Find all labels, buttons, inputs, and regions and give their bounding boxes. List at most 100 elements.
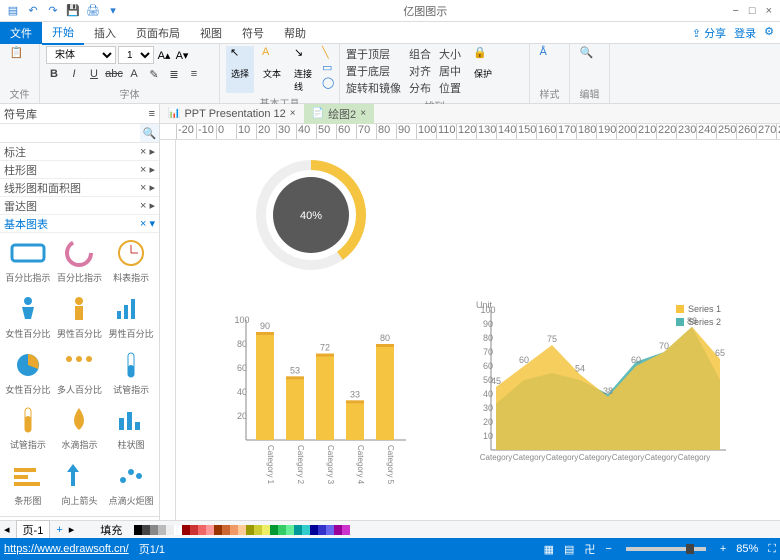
- legend-s2: Series 2: [688, 317, 721, 327]
- cat-line-area[interactable]: 线形图和面积图× ▸: [0, 179, 159, 197]
- shape-clock[interactable]: 料表指示: [107, 237, 155, 289]
- share-button[interactable]: ⇪ 分享: [692, 25, 726, 41]
- qat-redo-icon[interactable]: ↷: [44, 2, 62, 20]
- shape-arrows[interactable]: 向上箭头: [56, 460, 104, 512]
- login-button[interactable]: 登录: [734, 25, 756, 41]
- zoom-slider[interactable]: [626, 547, 706, 551]
- area-chart[interactable]: Unit 102030405060708090100 4560755438607…: [466, 300, 736, 485]
- donut-chart[interactable]: 40%: [246, 150, 376, 280]
- qat-more-icon[interactable]: ▾: [104, 2, 122, 20]
- qat-print-icon[interactable]: 🖨: [84, 2, 102, 20]
- font-grow-icon[interactable]: A▴: [156, 47, 172, 63]
- qat-save-icon[interactable]: 💾: [64, 2, 82, 20]
- bold-button[interactable]: B: [46, 66, 62, 82]
- search-icon[interactable]: 🔍: [140, 124, 159, 142]
- view-btn-2[interactable]: ▤: [564, 543, 574, 556]
- font-shrink-icon[interactable]: A▾: [174, 47, 190, 63]
- bring-front[interactable]: 置于顶层: [346, 46, 401, 62]
- font-size-select[interactable]: 10: [118, 46, 154, 64]
- shape-male[interactable]: 男性百分比: [56, 293, 104, 345]
- italic-button[interactable]: I: [66, 66, 82, 82]
- size-btn[interactable]: 大小: [439, 46, 461, 62]
- cat-basic[interactable]: 基本图表× ▾: [0, 215, 159, 233]
- tab-file[interactable]: 文件: [0, 22, 42, 44]
- bullets-button[interactable]: ≣: [166, 66, 182, 82]
- doc-tab-ppt[interactable]: 📊 PPT Presentation 12 ×: [160, 106, 304, 122]
- page-prev-icon[interactable]: ◂: [4, 523, 10, 536]
- font-name-select[interactable]: 宋体: [46, 46, 116, 64]
- group-btn[interactable]: 组合: [409, 46, 431, 62]
- bar-chart[interactable]: 20406080100 9053723380 Category 1Categor…: [216, 310, 416, 485]
- underline-button[interactable]: U: [86, 66, 102, 82]
- distribute-btn[interactable]: 分布: [409, 80, 431, 96]
- shape-tube2[interactable]: 试管指示: [4, 404, 52, 456]
- connector-tool[interactable]: ↘连接线: [290, 46, 318, 93]
- style-button[interactable]: Å: [536, 46, 563, 66]
- text-tool[interactable]: A文本: [258, 46, 286, 93]
- font-color-button[interactable]: A: [126, 66, 142, 82]
- view-btn-1[interactable]: ▦: [544, 543, 554, 556]
- center-btn[interactable]: 居中: [439, 63, 461, 79]
- page-add-icon[interactable]: +: [56, 524, 62, 536]
- tab-view[interactable]: 视图: [190, 22, 232, 44]
- position-btn[interactable]: 位置: [439, 80, 461, 96]
- qat-file-icon[interactable]: ▤: [4, 2, 22, 20]
- shape-rect-icon[interactable]: ▭: [322, 61, 334, 74]
- page-tab[interactable]: 页-1: [16, 520, 51, 540]
- rotate-mirror[interactable]: 旋转和镜像: [346, 80, 401, 96]
- shape-hbars[interactable]: 条形图: [4, 460, 52, 512]
- zoom-in-icon[interactable]: +: [720, 543, 726, 555]
- settings-icon[interactable]: ⚙: [764, 25, 774, 41]
- shape-bars2[interactable]: 柱状图: [107, 404, 155, 456]
- fit-icon[interactable]: ⛶: [768, 543, 776, 556]
- tab-insert[interactable]: 插入: [84, 22, 126, 44]
- search-input[interactable]: [0, 124, 140, 142]
- svg-text:20: 20: [237, 411, 247, 421]
- strike-button[interactable]: abc: [106, 66, 122, 82]
- select-tool[interactable]: ↖选择: [226, 46, 254, 93]
- protect-button[interactable]: 🔒保护: [469, 46, 497, 96]
- shape-dots[interactable]: 点滴火炬图: [107, 460, 155, 512]
- qat-undo-icon[interactable]: ↶: [24, 2, 42, 20]
- send-back[interactable]: 置于底层: [346, 63, 401, 79]
- tab-layout[interactable]: 页面布局: [126, 22, 190, 44]
- tab-start[interactable]: 开始: [42, 21, 84, 45]
- shape-drop[interactable]: 水滴指示: [56, 404, 104, 456]
- align-button[interactable]: ≡: [186, 66, 202, 82]
- highlight-button[interactable]: ✎: [146, 66, 162, 82]
- cat-bar[interactable]: 柱形图× ▸: [0, 161, 159, 179]
- edit-button[interactable]: 🔍: [576, 46, 603, 66]
- align-btn[interactable]: 对齐: [409, 63, 431, 79]
- shape-people[interactable]: 多人百分比: [56, 349, 104, 401]
- close-button[interactable]: ×: [766, 5, 772, 17]
- shape-female[interactable]: 女性百分比: [4, 293, 52, 345]
- view-btn-3[interactable]: 卍: [584, 541, 595, 557]
- group-edit: 编辑: [576, 86, 603, 101]
- cat-radar[interactable]: 雷达图× ▸: [0, 197, 159, 215]
- minimize-button[interactable]: −: [732, 5, 738, 17]
- paste-button[interactable]: 📋: [6, 46, 33, 66]
- shape-ellipse-icon[interactable]: ◯: [322, 76, 334, 89]
- svg-text:Category 2: Category 2: [296, 445, 305, 485]
- sidebar-menu-icon[interactable]: ≡: [149, 108, 155, 120]
- zoom-out-icon[interactable]: −: [605, 543, 611, 555]
- color-swatches[interactable]: [134, 525, 350, 535]
- shape-ring[interactable]: 百分比指示: [56, 237, 104, 289]
- shape-tube[interactable]: 试管指示: [107, 349, 155, 401]
- svg-text:45: 45: [491, 376, 501, 386]
- maximize-button[interactable]: □: [749, 5, 756, 17]
- cat-annotation[interactable]: 标注× ▸: [0, 143, 159, 161]
- doc-tab-drawing[interactable]: 📄 绘图2 ×: [304, 104, 374, 124]
- tab-symbols[interactable]: 符号: [232, 22, 274, 44]
- group-file: 文件: [6, 86, 33, 101]
- shape-bars[interactable]: 男性百分比: [107, 293, 155, 345]
- legend-s1: Series 1: [688, 304, 721, 314]
- shape-line-icon[interactable]: ╲: [322, 46, 334, 59]
- shape-pie[interactable]: 女性百分比: [4, 349, 52, 401]
- page-next-icon[interactable]: ▸: [69, 523, 75, 536]
- status-url[interactable]: https://www.edrawsoft.cn/: [4, 543, 129, 555]
- shape-gauge1[interactable]: 百分比指示: [4, 237, 52, 289]
- canvas[interactable]: 40% 20406080100 9053723380 Category 1Cat…: [176, 140, 780, 534]
- svg-text:20: 20: [483, 417, 493, 427]
- tab-help[interactable]: 帮助: [274, 22, 316, 44]
